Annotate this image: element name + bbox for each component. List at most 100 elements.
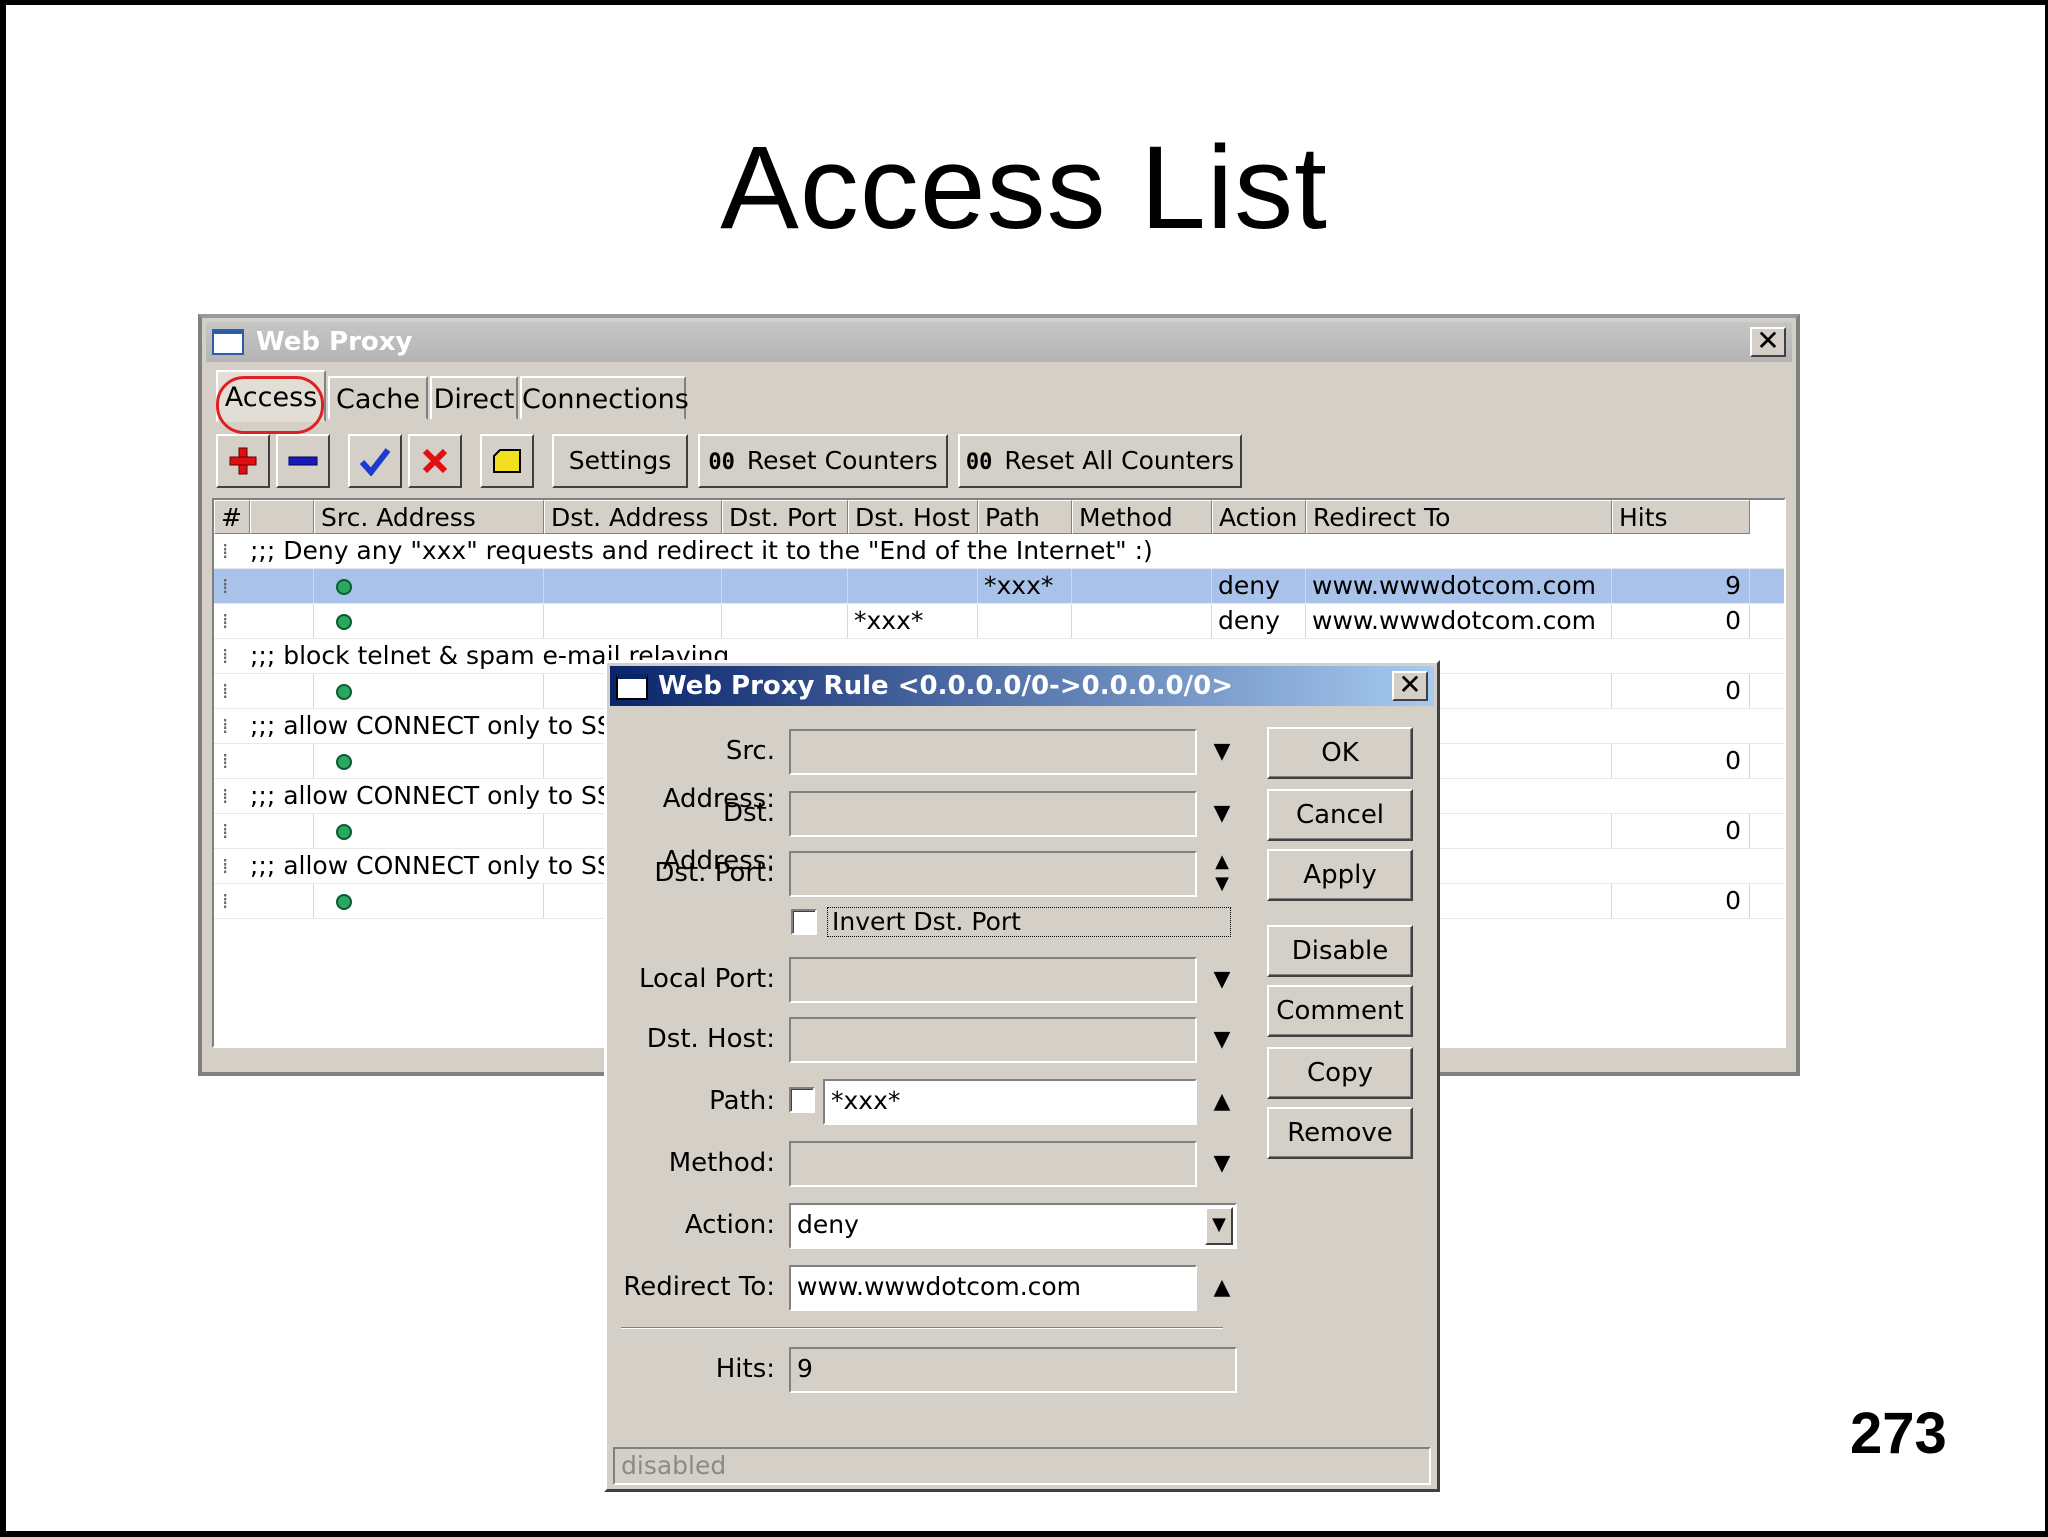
toolbar: Settings 00 Reset Counters 00 Reset All Co… xyxy=(216,434,1782,492)
col-hits-cell: 0 xyxy=(1612,674,1750,708)
row-marker-icon: ⁞ xyxy=(222,889,229,913)
comment-text: ;;; allow CONNECT only to SSL xyxy=(250,711,627,740)
dialog-title: Web Proxy Rule <0.0.0.0/0->0.0.0.0/0> xyxy=(658,671,1233,701)
web-proxy-rule-dialog: Web Proxy Rule <0.0.0.0/0->0.0.0.0/0> ✕ … xyxy=(604,660,1440,1492)
action-select[interactable]: deny ▼ xyxy=(789,1203,1237,1249)
dialog-close-button[interactable]: ✕ xyxy=(1392,671,1428,701)
action-label: Action: xyxy=(684,1210,775,1240)
col-dst-port-header[interactable]: Dst. Port xyxy=(722,500,848,534)
local-port-field[interactable] xyxy=(789,957,1197,1003)
col-hits-header[interactable]: Hits xyxy=(1612,500,1750,534)
col-flags-cell xyxy=(250,569,314,603)
col-method-header[interactable]: Method xyxy=(1072,500,1212,534)
ok-button[interactable]: OK xyxy=(1267,727,1413,779)
table-row[interactable]: ⁞ *xxx* deny www.wwwdotcom.com 0 xyxy=(214,604,1784,639)
col-hits-cell: 0 xyxy=(1612,814,1750,848)
comment-button[interactable]: Comment xyxy=(1267,985,1413,1037)
col-number-header[interactable]: # xyxy=(214,500,250,534)
col-hits-cell: 9 xyxy=(1612,569,1750,603)
redirect-to-label: Redirect To: xyxy=(623,1272,775,1302)
comment-text: ;;; allow CONNECT only to SSL xyxy=(250,851,627,880)
add-button[interactable] xyxy=(216,434,270,488)
dst-port-field[interactable] xyxy=(789,851,1197,897)
enable-check-icon xyxy=(359,448,391,476)
row-marker-icon: ⁞ xyxy=(222,784,229,808)
chevron-down-icon[interactable]: ▼ xyxy=(1209,1141,1235,1187)
comment-button[interactable] xyxy=(480,434,534,488)
spinner-icon[interactable]: ▲ ▼ xyxy=(1209,851,1235,897)
disable-button[interactable] xyxy=(408,434,462,488)
col-dst-address-cell xyxy=(544,604,722,638)
dst-address-field[interactable] xyxy=(789,791,1197,837)
col-flags-cell xyxy=(250,884,314,918)
chevron-up-icon[interactable]: ▲ xyxy=(1209,1079,1235,1125)
table-row[interactable]: ⁞ *xxx* deny www.wwwdotcom.com 9 xyxy=(214,569,1784,604)
remove-button[interactable] xyxy=(276,434,330,488)
invert-dst-port-label[interactable]: Invert Dst. Port xyxy=(827,907,1231,937)
reset-all-counters-button[interactable]: 00 Reset All Counters xyxy=(958,434,1242,488)
chevron-down-icon[interactable]: ▼ xyxy=(1209,957,1235,1003)
redirect-to-field[interactable]: www.wwwdotcom.com xyxy=(789,1265,1197,1311)
dialog-window-icon xyxy=(616,674,648,700)
col-hits-cell: 0 xyxy=(1612,604,1750,638)
apply-button[interactable]: Apply xyxy=(1267,849,1413,901)
reset-all-counters-label: Reset All Counters xyxy=(1004,446,1235,475)
close-icon: ✕ xyxy=(1756,324,1780,357)
col-src-address-header[interactable]: Src. Address xyxy=(314,500,544,534)
disable-button[interactable]: Disable xyxy=(1267,925,1413,977)
tab-direct[interactable]: Direct xyxy=(430,376,518,420)
enable-button[interactable] xyxy=(348,434,402,488)
src-address-field[interactable] xyxy=(789,729,1197,775)
col-redirect-to-header[interactable]: Redirect To xyxy=(1306,500,1612,534)
method-field[interactable] xyxy=(789,1141,1197,1187)
window-titlebar[interactable]: Web Proxy ✕ xyxy=(206,322,1792,362)
col-dst-address-header[interactable]: Dst. Address xyxy=(544,500,722,534)
col-flags-header[interactable] xyxy=(250,500,314,534)
remove-button[interactable]: Remove xyxy=(1267,1107,1413,1159)
reset-counters-label: Reset Counters xyxy=(746,446,938,475)
col-flags-cell xyxy=(250,814,314,848)
status-dot-icon xyxy=(336,894,352,910)
path-invert-checkbox[interactable] xyxy=(789,1087,815,1113)
col-dst-host-cell: *xxx* xyxy=(848,604,978,638)
col-src-address-cell xyxy=(314,814,544,848)
chevron-down-icon[interactable]: ▼ xyxy=(1205,1207,1233,1245)
col-action-cell: deny xyxy=(1212,604,1306,638)
path-field[interactable]: *xxx* xyxy=(823,1079,1197,1125)
col-src-address-cell xyxy=(314,674,544,708)
col-src-address-cell xyxy=(314,884,544,918)
row-marker-icon: ⁞ xyxy=(222,749,229,773)
dst-host-field[interactable] xyxy=(789,1017,1197,1063)
chevron-down-icon[interactable]: ▼ xyxy=(1209,1017,1235,1063)
invert-dst-port-checkbox[interactable] xyxy=(791,909,817,935)
close-icon: ✕ xyxy=(1398,668,1422,701)
tab-access[interactable]: Access xyxy=(216,370,326,422)
chevron-down-icon[interactable]: ▼ xyxy=(1209,729,1235,775)
chevron-up-icon[interactable]: ▲ xyxy=(1209,1265,1235,1311)
col-action-cell: deny xyxy=(1212,569,1306,603)
dst-host-label: Dst. Host: xyxy=(646,1024,775,1054)
comment-row[interactable]: ⁞ ;;; Deny any "xxx" requests and redirec… xyxy=(214,534,1784,569)
cancel-button[interactable]: Cancel xyxy=(1267,789,1413,841)
comment-text: ;;; allow CONNECT only to SSL xyxy=(250,781,627,810)
page-number: 273 xyxy=(1850,1401,1947,1466)
col-dst-host-cell xyxy=(848,569,978,603)
window-title: Web Proxy xyxy=(256,327,413,357)
reset-counters-button[interactable]: 00 Reset Counters xyxy=(698,434,948,488)
col-path-header[interactable]: Path xyxy=(978,500,1072,534)
window-icon xyxy=(212,329,244,355)
col-flags-cell xyxy=(250,674,314,708)
status-dot-icon xyxy=(336,684,352,700)
col-action-header[interactable]: Action xyxy=(1212,500,1306,534)
dialog-titlebar[interactable]: Web Proxy Rule <0.0.0.0/0->0.0.0.0/0> ✕ xyxy=(610,666,1434,706)
col-src-address-cell xyxy=(314,569,544,603)
window-close-button[interactable]: ✕ xyxy=(1750,327,1786,357)
col-redirect-to-cell: www.wwwdotcom.com xyxy=(1306,604,1612,638)
chevron-down-icon[interactable]: ▼ xyxy=(1209,791,1235,837)
tab-connections[interactable]: Connections xyxy=(520,376,689,420)
tab-cache[interactable]: Cache xyxy=(328,376,428,420)
settings-button[interactable]: Settings xyxy=(552,434,688,488)
copy-button[interactable]: Copy xyxy=(1267,1047,1413,1099)
row-marker-icon: ⁞ xyxy=(222,819,229,843)
col-dst-host-header[interactable]: Dst. Host xyxy=(848,500,978,534)
